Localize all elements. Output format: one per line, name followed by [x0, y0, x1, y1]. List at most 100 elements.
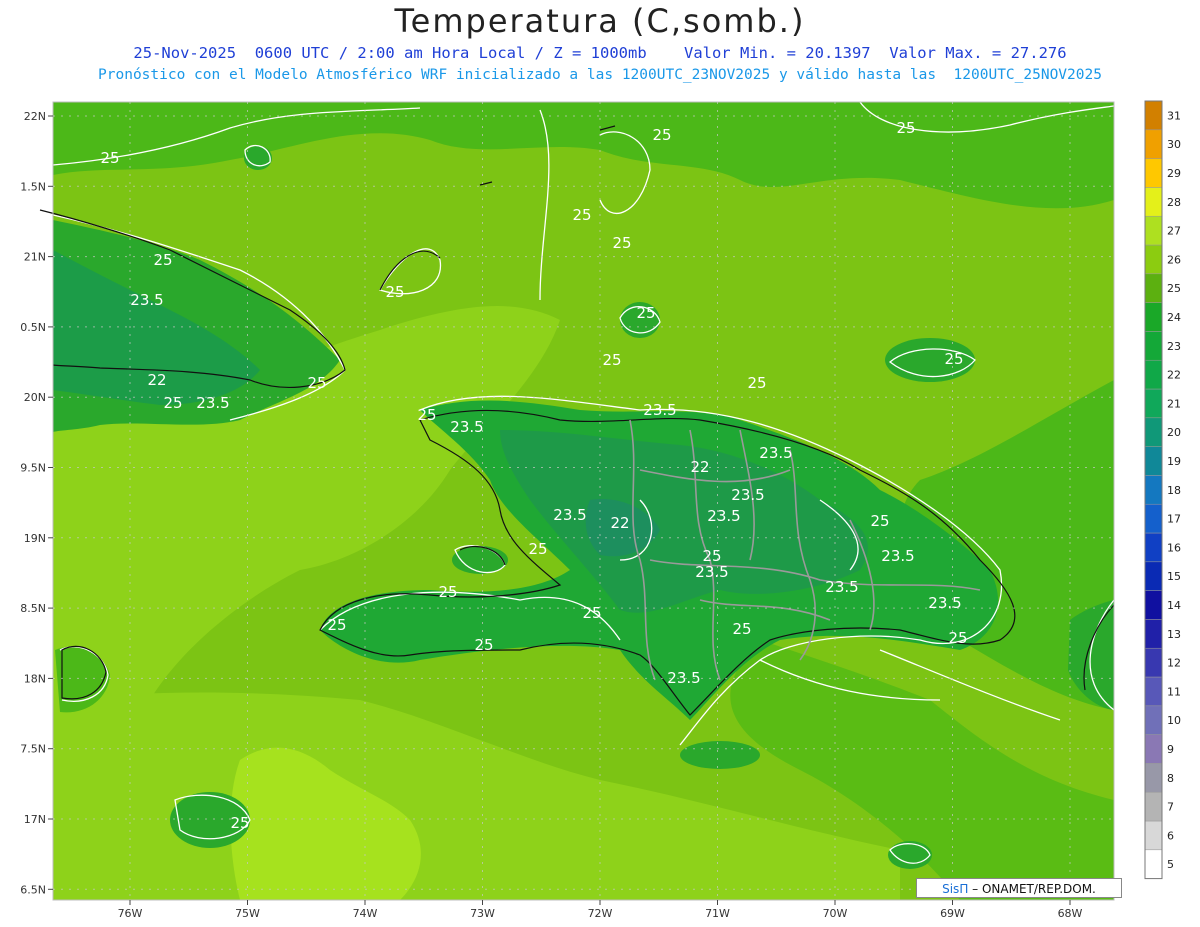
- colorbar-label: 16: [1167, 541, 1181, 554]
- colorbar-swatch: [1144, 734, 1163, 764]
- island-field-small-7: [680, 741, 760, 769]
- y-tick-label: 1.5N: [20, 180, 46, 193]
- x-tick-label: 75W: [235, 907, 260, 920]
- contour-label: 25: [474, 636, 493, 654]
- colorbar-label: 19: [1167, 455, 1181, 468]
- colorbar-label: 28: [1167, 196, 1181, 209]
- colorbar-swatch: [1144, 100, 1163, 131]
- colorbar-swatch: [1144, 791, 1163, 822]
- colorbar-swatch: [1144, 705, 1163, 735]
- colorbar-label: 6: [1167, 829, 1174, 842]
- colorbar-swatch: [1144, 820, 1163, 851]
- contour-label: 25: [582, 604, 601, 622]
- colorbar-swatch: [1144, 187, 1163, 217]
- colorbar-label: 11: [1167, 685, 1181, 698]
- temperature-map: 25 25 25 25 25 25 25 25 25 25 25 25 25 25 25 25 25 25 25 25…: [20, 100, 1181, 920]
- x-tick-label: 74W: [353, 907, 378, 920]
- colorbar-label: 21: [1167, 397, 1181, 410]
- contour-label: 22: [690, 458, 709, 476]
- colorbar-swatch: [1144, 359, 1163, 390]
- colorbar-label: 15: [1167, 570, 1181, 583]
- contour-label: 25: [572, 206, 591, 224]
- colorbar-label: 30: [1167, 138, 1181, 151]
- colorbar-swatch: [1144, 273, 1163, 303]
- colorbar: 5 6 7 8 9 10 11 12 13 14 15 16 17 18 19 20 21 22 23 24 25 26 2…: [1144, 100, 1181, 880]
- colorbar-label: 14: [1167, 599, 1181, 612]
- y-tick-label: 8.5N: [20, 602, 46, 615]
- contour-label: 25: [652, 126, 671, 144]
- contour-label: 23.5: [695, 563, 728, 581]
- contour-label: 25: [896, 119, 915, 137]
- colorbar-swatch: [1144, 849, 1163, 879]
- colorbar-swatch: [1144, 331, 1163, 361]
- colorbar-label: 22: [1167, 369, 1181, 382]
- contour-label: 23.5: [130, 291, 163, 309]
- colorbar-swatch: [1144, 417, 1163, 447]
- y-tick-label: 18N: [24, 672, 46, 685]
- credit-text: – ONAMET/REP.DOM.: [968, 882, 1096, 896]
- y-tick-label: 20N: [24, 391, 46, 404]
- colorbar-swatch: [1144, 561, 1163, 591]
- contour-label: 25: [948, 629, 967, 647]
- colorbar-swatch: [1144, 619, 1163, 649]
- credit-box: SisΠ – ONAMET/REP.DOM.: [916, 878, 1122, 898]
- colorbar-swatch: [1144, 446, 1163, 476]
- contour-label: 23.5: [881, 547, 914, 565]
- colorbar-swatch: [1144, 503, 1163, 534]
- contour-label: 25: [636, 304, 655, 322]
- contour-label: 25: [417, 406, 436, 424]
- x-tick-label: 70W: [823, 907, 848, 920]
- y-tick-label: 6.5N: [20, 883, 46, 896]
- x-tick-label: 69W: [940, 907, 965, 920]
- colorbar-label: 27: [1167, 225, 1181, 238]
- contour-label: 25: [153, 251, 172, 269]
- contour-label: 23.5: [643, 401, 676, 419]
- contour-label: 25: [100, 149, 119, 167]
- colorbar-label: 17: [1167, 513, 1181, 526]
- contour-label: 23.5: [731, 486, 764, 504]
- colorbar-label: 13: [1167, 628, 1181, 641]
- credit-brand: SisΠ: [942, 882, 969, 896]
- colorbar-swatch: [1144, 158, 1163, 188]
- contour-label: 22: [610, 514, 629, 532]
- colorbar-label: 29: [1167, 167, 1181, 180]
- contour-label: 23.5: [707, 507, 740, 525]
- colorbar-label: 8: [1167, 772, 1174, 785]
- colorbar-swatch: [1144, 215, 1163, 246]
- contour-label: 25: [732, 620, 751, 638]
- y-tick-label: 19N: [24, 532, 46, 545]
- colorbar-label: 7: [1167, 801, 1174, 814]
- colorbar-swatch: [1144, 475, 1163, 505]
- colorbar-swatch: [1144, 532, 1163, 563]
- y-tick-label: 17N: [24, 813, 46, 826]
- x-tick-label: 76W: [118, 907, 143, 920]
- colorbar-label: 23: [1167, 340, 1181, 353]
- colorbar-label: 18: [1167, 484, 1181, 497]
- colorbar-label: 25: [1167, 282, 1181, 295]
- contour-label: 25: [307, 374, 326, 392]
- longitude-axis: 76W 75W 74W 73W 72W 71W 70W 69W 68W: [118, 900, 1083, 920]
- contour-label: 23.5: [196, 394, 229, 412]
- y-tick-label: 9.5N: [20, 462, 46, 475]
- x-tick-label: 71W: [705, 907, 730, 920]
- colorbar-label: 31: [1167, 109, 1181, 122]
- contour-label: 25: [602, 351, 621, 369]
- colorbar-swatch: [1144, 244, 1163, 275]
- contour-label: 23.5: [667, 669, 700, 687]
- colorbar-swatch: [1144, 647, 1163, 678]
- y-tick-label: 0.5N: [20, 321, 46, 334]
- x-tick-label: 72W: [588, 907, 613, 920]
- colorbar-swatch: [1144, 763, 1163, 793]
- colorbar-swatch: [1144, 388, 1163, 419]
- colorbar-swatch: [1144, 302, 1163, 332]
- colorbar-label: 5: [1167, 858, 1174, 871]
- contour-label: 23.5: [825, 578, 858, 596]
- colorbar-swatch: [1144, 590, 1163, 620]
- contour-label: 25: [163, 394, 182, 412]
- colorbar-label: 24: [1167, 311, 1181, 324]
- contour-label: 25: [438, 583, 457, 601]
- contour-label: 23.5: [553, 506, 586, 524]
- contour-label: 25: [870, 512, 889, 530]
- y-tick-label: 7.5N: [20, 743, 46, 756]
- colorbar-swatch: [1144, 129, 1163, 159]
